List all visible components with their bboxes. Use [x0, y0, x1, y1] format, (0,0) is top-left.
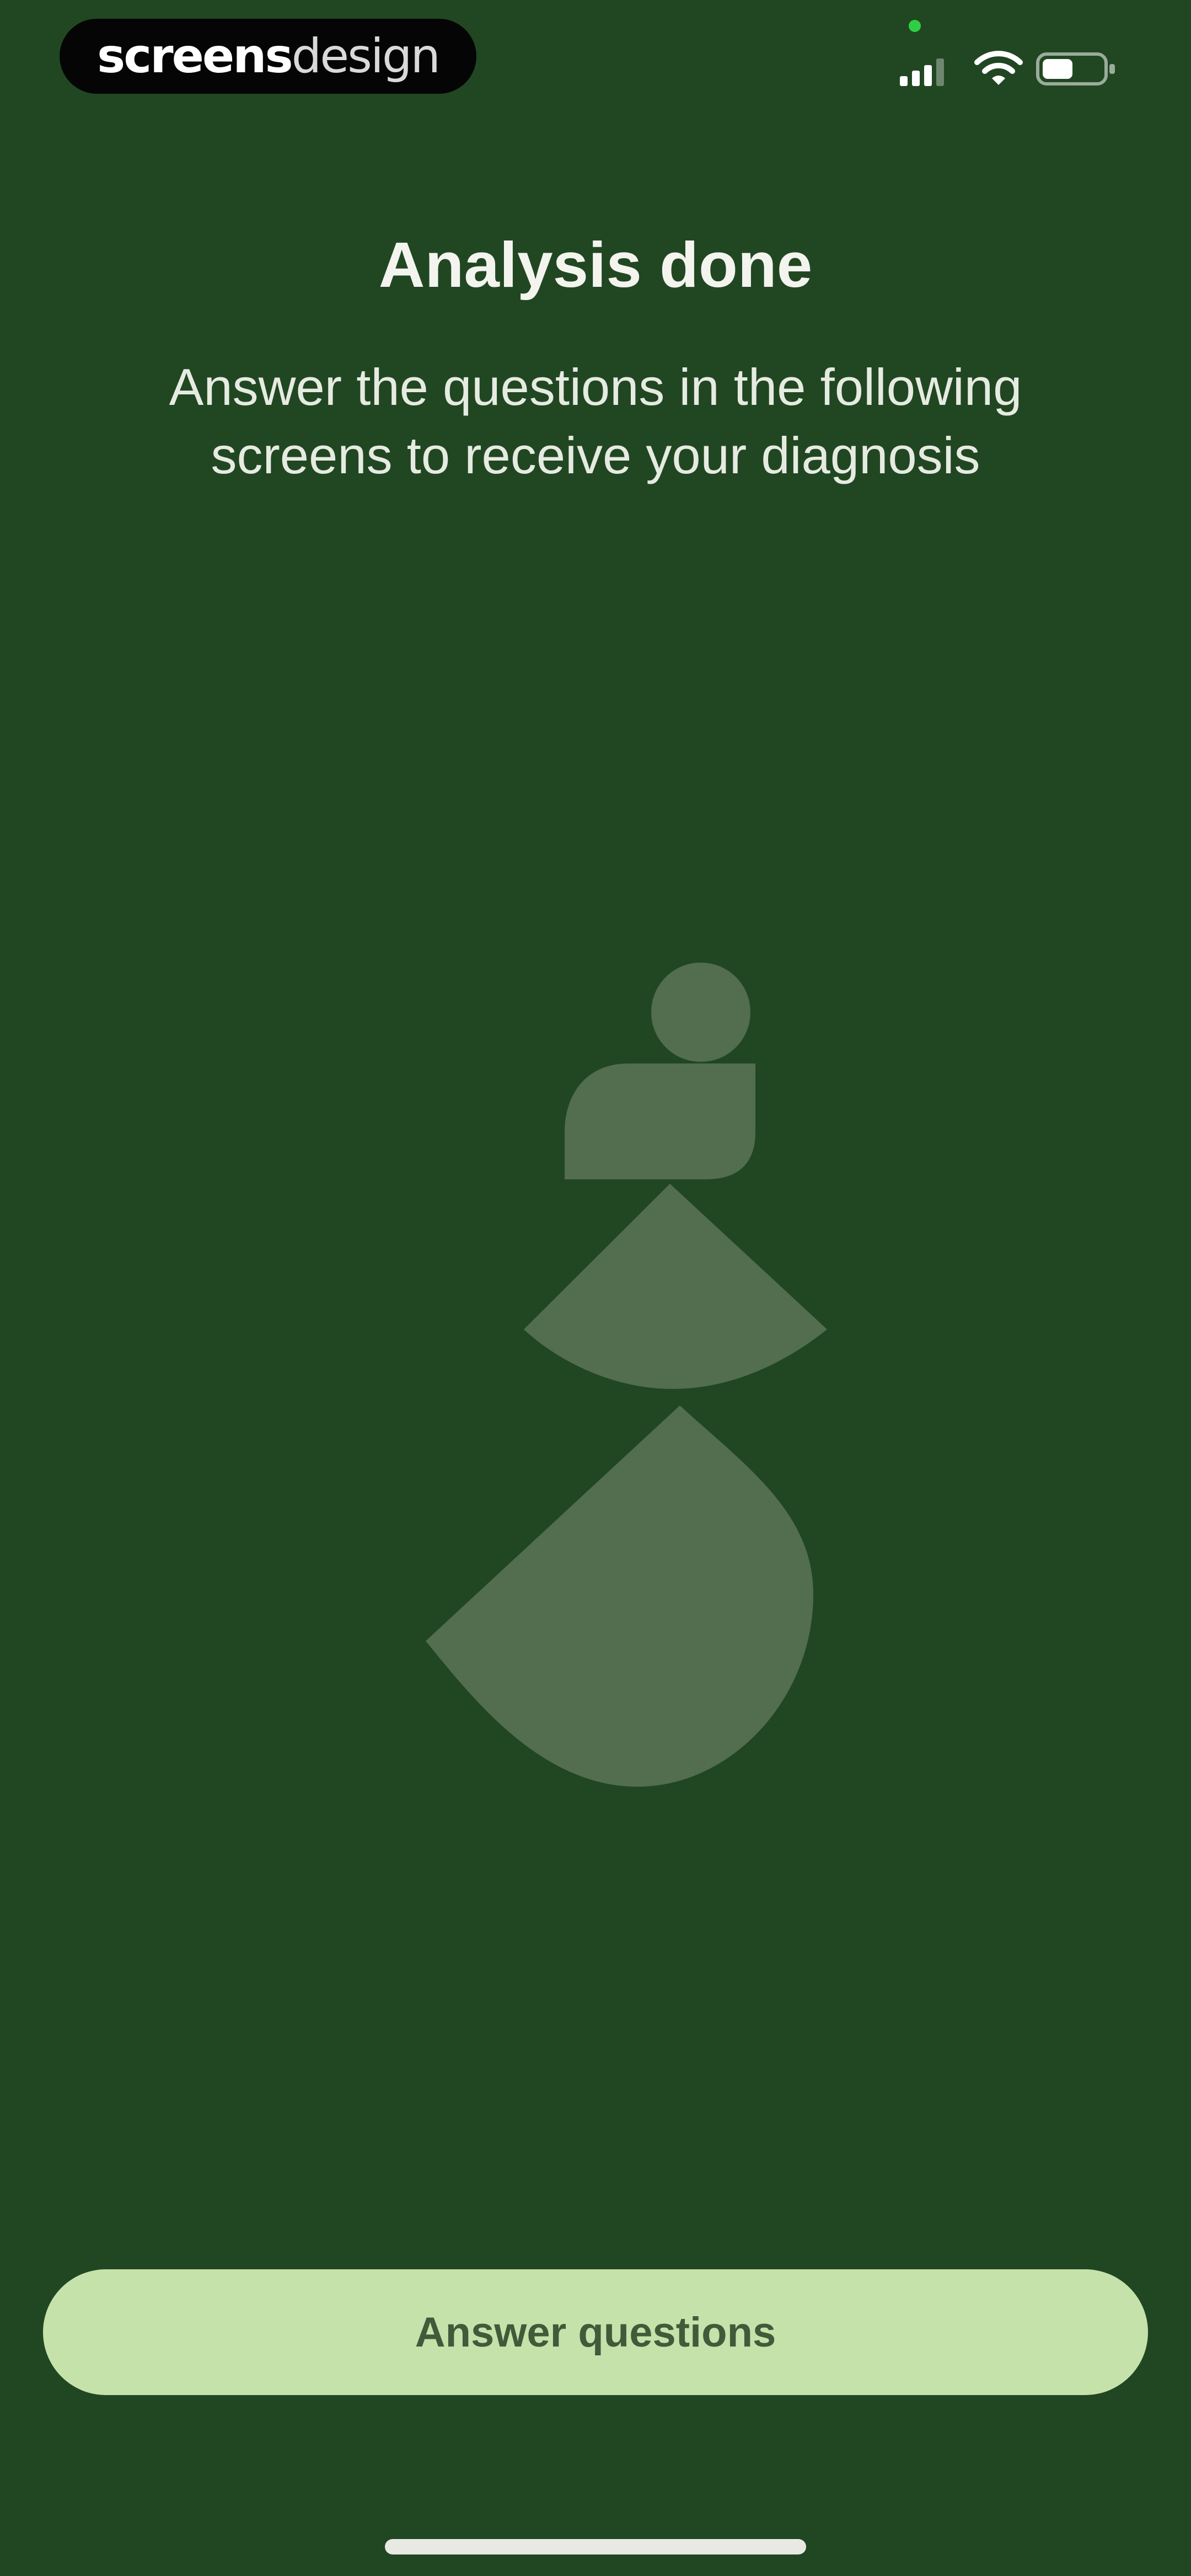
brand-name: screensdesign — [97, 33, 441, 80]
battery-level-fill — [1043, 59, 1072, 79]
answer-questions-button[interactable]: Answer questions — [43, 2269, 1148, 2395]
top-circle-shape — [651, 963, 750, 1062]
brand-name-strong: screens — [97, 29, 293, 84]
wifi-icon — [974, 51, 1023, 85]
brand-name-light: design — [291, 29, 441, 84]
brand-watermark: screensdesign — [60, 19, 476, 94]
battery-icon — [1036, 52, 1115, 85]
answer-questions-label: Answer questions — [415, 2308, 776, 2356]
drop-shape — [426, 1405, 813, 1787]
stacked-shapes-illustration — [426, 963, 827, 1787]
leaf-shape — [565, 1063, 755, 1179]
status-icons — [898, 50, 1118, 88]
cellular-signal-icon — [900, 58, 944, 86]
home-indicator[interactable] — [385, 2539, 806, 2554]
page-title: Analysis done — [378, 229, 813, 301]
page-subtitle: Answer the questions in the following sc… — [169, 358, 1022, 484]
fan-shape — [524, 1184, 827, 1389]
privacy-indicator-dot — [909, 20, 921, 32]
status-bar: screensdesign — [0, 0, 1191, 116]
